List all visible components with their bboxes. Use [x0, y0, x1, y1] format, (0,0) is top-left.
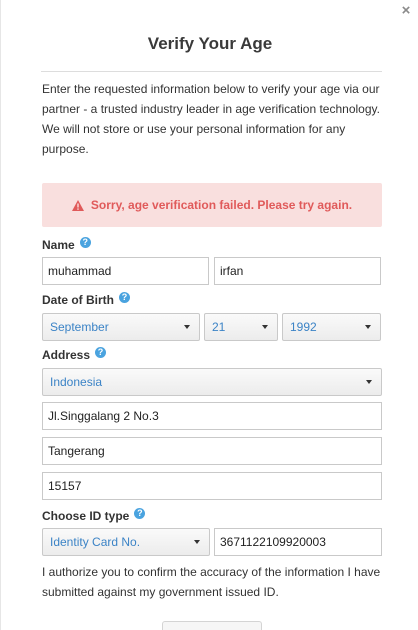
name-label: Name ? [42, 237, 91, 252]
dob-month-select[interactable]: September [42, 313, 200, 341]
dob-label-text: Date of Birth [42, 293, 114, 307]
chevron-down-icon [365, 325, 371, 329]
street-address-input[interactable]: Jl.Singgalang 2 No.3 [42, 402, 382, 430]
intro-text: Enter the requested information below to… [42, 82, 380, 156]
dob-year-select[interactable]: 1992 [282, 313, 381, 341]
dob-label: Date of Birth ? [42, 292, 130, 307]
dob-help-icon[interactable]: ? [119, 292, 130, 303]
name-help-icon[interactable]: ? [79, 237, 91, 248]
address-help-icon[interactable]: ? [95, 347, 107, 358]
modal-title: Verify Your Age [147, 34, 273, 53]
country-value: Indonesia [50, 375, 103, 389]
address-label: Address ? [42, 347, 107, 362]
title-divider [41, 71, 382, 72]
warning-icon [71, 199, 84, 211]
name-label-text: Name [42, 238, 75, 252]
last-name-input[interactable]: irfan [214, 257, 381, 285]
id-number-input[interactable]: 3671122109920003 [214, 528, 382, 556]
close-icon[interactable]: × [400, 3, 412, 18]
dob-day-select[interactable]: 21 [204, 313, 278, 341]
dob-month-value: September [50, 320, 109, 334]
id-type-value: Identity Card No. [50, 535, 141, 549]
address-label-text: Address [42, 348, 91, 362]
id-type-label-text: Choose ID type [42, 509, 130, 523]
city-input[interactable]: Tangerang [42, 437, 382, 465]
dob-day-value: 21 [212, 320, 226, 334]
consent-text: I authorize you to confirm the accuracy … [42, 565, 381, 599]
id-type-label: Choose ID type ? [42, 508, 146, 523]
id-type-select[interactable]: Identity Card No. [42, 528, 210, 556]
submit-button[interactable] [162, 621, 262, 630]
id-type-help-icon[interactable]: ? [134, 508, 146, 519]
chevron-down-icon [366, 380, 372, 384]
dob-year-value: 1992 [290, 320, 317, 334]
age-verification-modal: × Verify Your Age Enter the requested in… [0, 0, 418, 630]
country-select[interactable]: Indonesia [42, 368, 382, 396]
postal-code-input[interactable]: 15157 [42, 472, 382, 500]
chevron-down-icon [184, 325, 190, 329]
first-name-input[interactable]: muhammad [42, 257, 209, 285]
error-message: Sorry, age verification failed. Please t… [90, 198, 353, 212]
chevron-down-icon [194, 540, 200, 544]
error-alert: Sorry, age verification failed. Please t… [42, 183, 382, 227]
chevron-down-icon [262, 325, 268, 329]
